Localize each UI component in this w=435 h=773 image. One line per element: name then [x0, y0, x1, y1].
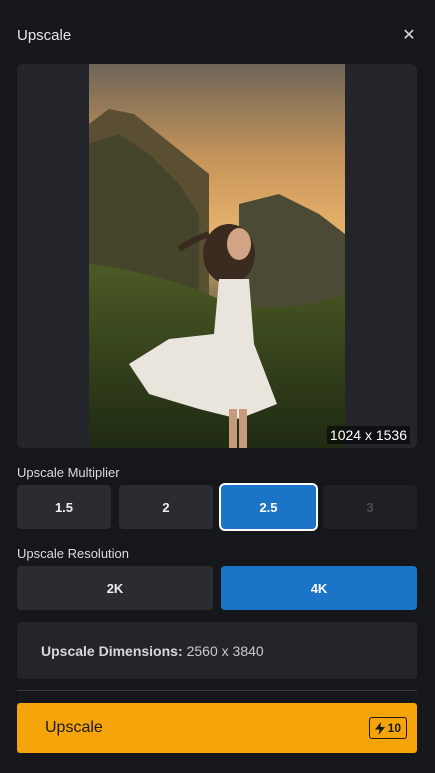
dimensions-value: 2560 x 3840 — [186, 642, 264, 659]
multiplier-option-2-5[interactable]: 2.5 — [221, 485, 316, 529]
upscale-button[interactable]: Upscale 10 — [17, 703, 417, 753]
header: Upscale ✕ — [17, 24, 418, 46]
divider — [17, 690, 417, 691]
preview-photo — [89, 64, 345, 448]
resolution-option-2k[interactable]: 2K — [17, 566, 213, 610]
resolution-label: Upscale Resolution — [17, 546, 130, 561]
multiplier-option-2[interactable]: 2 — [119, 485, 213, 529]
dimensions-key: Upscale Dimensions: — [41, 642, 183, 659]
upscale-button-label: Upscale — [45, 719, 103, 736]
multiplier-label: Upscale Multiplier — [17, 465, 120, 480]
lightning-bolt-icon — [374, 721, 385, 735]
close-icon[interactable]: ✕ — [400, 26, 418, 44]
credit-badge: 10 — [368, 717, 407, 739]
image-preview: 1024 x 1536 — [17, 64, 417, 448]
image-dimensions: 1024 x 1536 — [326, 426, 410, 444]
credit-count: 10 — [387, 721, 401, 735]
upscale-dimensions-box: Upscale Dimensions: 2560 x 3840 — [17, 622, 417, 679]
dialog-title: Upscale — [17, 26, 72, 44]
resolution-option-4k[interactable]: 4K — [221, 566, 417, 610]
multiplier-option-1-5[interactable]: 1.5 — [17, 485, 111, 529]
multiplier-option-3: 3 — [323, 485, 417, 529]
